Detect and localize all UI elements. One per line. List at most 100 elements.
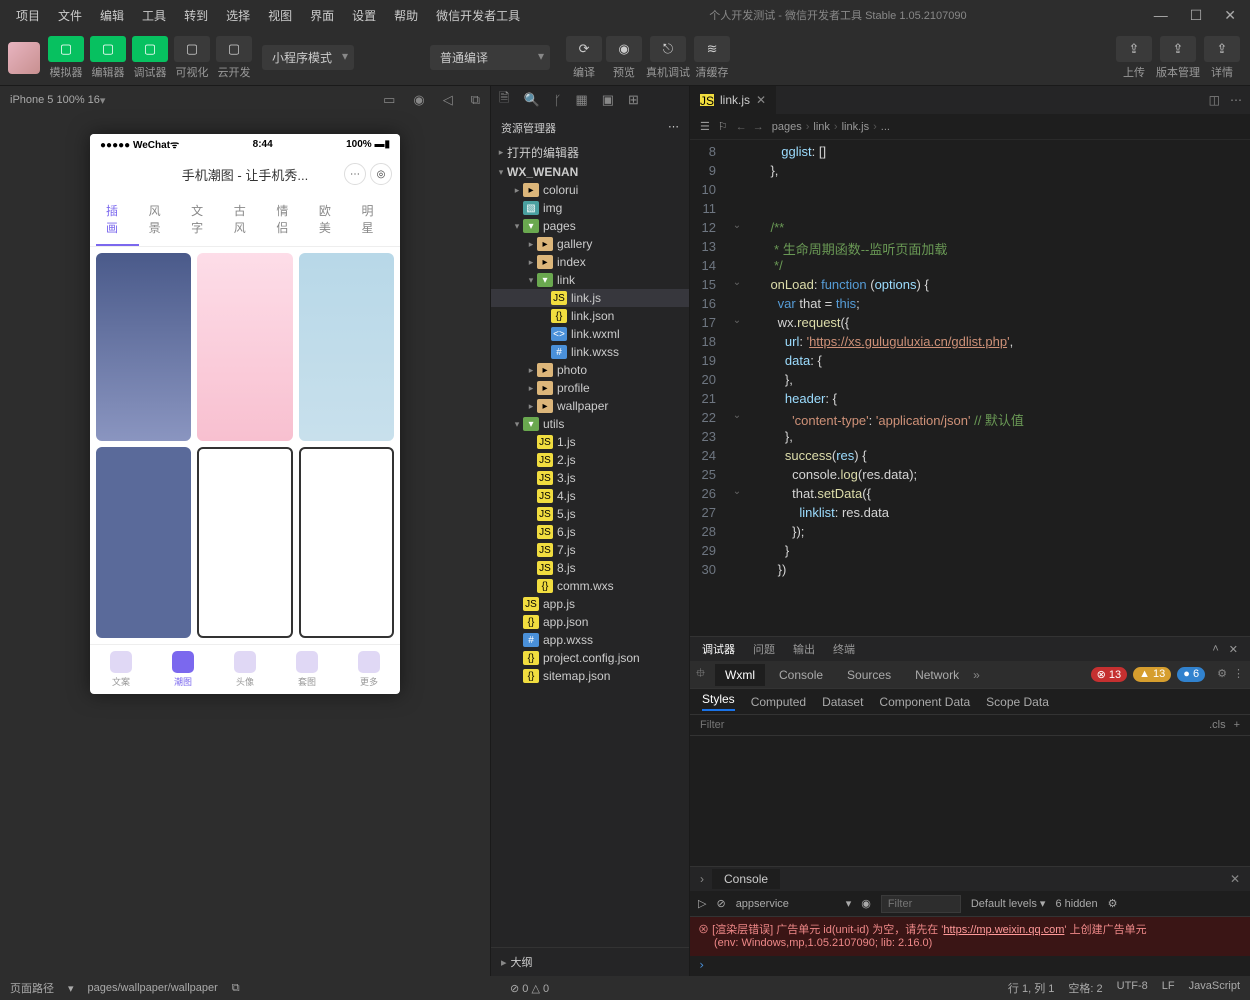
- wallpaper-thumb[interactable]: [197, 253, 292, 441]
- nav-item[interactable]: 文案: [110, 651, 132, 688]
- editor-tab[interactable]: JS link.js ✕: [690, 86, 776, 114]
- tree-item[interactable]: JS1.js: [491, 433, 689, 451]
- console-tab[interactable]: Console: [712, 869, 780, 889]
- nav-item[interactable]: 更多: [358, 651, 380, 688]
- tree-item[interactable]: JS2.js: [491, 451, 689, 469]
- breadcrumb-item[interactable]: link: [813, 121, 830, 133]
- nav-item[interactable]: 套图: [296, 651, 318, 688]
- more-icon[interactable]: ⋯: [1230, 93, 1242, 107]
- toolbar-button[interactable]: ▢: [90, 36, 126, 62]
- tree-item[interactable]: {}app.json: [491, 613, 689, 631]
- menu-item[interactable]: 微信开发者工具: [428, 3, 528, 28]
- close-tab-icon[interactable]: ✕: [756, 93, 766, 107]
- tree-item[interactable]: ▸▸colorui: [491, 181, 689, 199]
- menu-item[interactable]: 界面: [302, 3, 342, 28]
- minimize-icon[interactable]: —: [1148, 7, 1174, 24]
- tree-item[interactable]: ▸▸index: [491, 253, 689, 271]
- tree-item[interactable]: #app.wxss: [491, 631, 689, 649]
- debugger-section[interactable]: 输出: [793, 641, 815, 657]
- tree-item[interactable]: ▾▾pages: [491, 217, 689, 235]
- avatar[interactable]: [8, 42, 40, 74]
- menu-item[interactable]: 视图: [260, 3, 300, 28]
- nav-item[interactable]: 头像: [234, 651, 256, 688]
- debugger-section[interactable]: 问题: [753, 641, 775, 657]
- chevron-down-icon[interactable]: ▾: [846, 897, 852, 910]
- error-badge[interactable]: ⊗ 13: [1091, 667, 1128, 682]
- toolbar-button[interactable]: ▢: [216, 36, 252, 62]
- chevron-down-icon[interactable]: ▾: [100, 94, 106, 107]
- levels-dropdown[interactable]: Default levels ▾: [971, 897, 1046, 910]
- clear-console-icon[interactable]: ▷: [698, 897, 706, 910]
- category-tab[interactable]: 明星: [351, 194, 394, 246]
- info-badge[interactable]: ● 6: [1177, 667, 1205, 682]
- list-icon[interactable]: ☰: [700, 120, 710, 133]
- copy-icon[interactable]: ⧉: [232, 982, 240, 995]
- right-button[interactable]: ⇪: [1204, 36, 1240, 62]
- breadcrumb-item[interactable]: ...: [881, 121, 890, 133]
- close-icon[interactable]: ✕: [1218, 7, 1242, 24]
- device-label[interactable]: iPhone 5 100% 16: [10, 94, 100, 106]
- page-path-label[interactable]: 页面路径: [10, 980, 54, 996]
- gear-icon[interactable]: ⚙: [1108, 897, 1118, 910]
- devtools-tab[interactable]: Wxml: [715, 664, 765, 686]
- wallpaper-thumb[interactable]: [197, 447, 292, 639]
- tree-item[interactable]: JS5.js: [491, 505, 689, 523]
- right-button[interactable]: ⇪: [1160, 36, 1196, 62]
- tree-item[interactable]: JS3.js: [491, 469, 689, 487]
- tree-item[interactable]: JS7.js: [491, 541, 689, 559]
- action-button[interactable]: ◉: [606, 36, 642, 62]
- menu-item[interactable]: 转到: [176, 3, 216, 28]
- code-editor[interactable]: 8910111213141516171819202122232425262728…: [690, 140, 1250, 636]
- more-icon[interactable]: ⋮: [1233, 667, 1244, 682]
- gear-icon[interactable]: ⚙: [1217, 667, 1227, 682]
- styles-subtab[interactable]: Component Data: [879, 695, 970, 709]
- console-input[interactable]: ›: [690, 956, 1250, 976]
- mode-dropdown[interactable]: 小程序模式: [262, 45, 354, 70]
- add-style-icon[interactable]: +: [1234, 719, 1240, 731]
- toolbar-button[interactable]: ▢: [174, 36, 210, 62]
- action-button[interactable]: ≋: [694, 36, 730, 62]
- nav-forward-icon[interactable]: →: [753, 121, 764, 133]
- tree-item[interactable]: ▸▸photo: [491, 361, 689, 379]
- console-filter-input[interactable]: [881, 895, 961, 913]
- device-icon[interactable]: ▭: [383, 92, 395, 108]
- tree-item[interactable]: ▸▸profile: [491, 379, 689, 397]
- chevron-up-icon[interactable]: ˄: [1212, 643, 1218, 656]
- category-tab[interactable]: 情侣: [266, 194, 309, 246]
- wallpaper-thumb[interactable]: [96, 447, 191, 639]
- menu-item[interactable]: 编辑: [92, 3, 132, 28]
- console-context[interactable]: appservice: [736, 898, 836, 910]
- category-tab[interactable]: 文字: [181, 194, 224, 246]
- inspect-icon[interactable]: ⯐: [696, 664, 705, 685]
- compile-dropdown[interactable]: 普通编译: [430, 45, 550, 70]
- tree-item[interactable]: ▸▸gallery: [491, 235, 689, 253]
- box-icon[interactable]: ▣: [602, 92, 614, 108]
- menu-item[interactable]: 帮助: [386, 3, 426, 28]
- outline-section[interactable]: ▸大纲: [491, 947, 689, 976]
- copy-icon[interactable]: ⧉: [471, 92, 480, 108]
- capsule-menu-icon[interactable]: ⋯: [344, 163, 366, 185]
- devtools-tab[interactable]: Sources: [837, 664, 901, 686]
- debugger-section[interactable]: 调试器: [702, 641, 735, 657]
- action-button[interactable]: ⎋: [650, 36, 686, 62]
- capsule-close-icon[interactable]: ◎: [370, 163, 392, 185]
- wallpaper-thumb[interactable]: [299, 253, 394, 441]
- styles-subtab[interactable]: Dataset: [822, 695, 863, 709]
- chevron-down-icon[interactable]: ▾: [68, 982, 74, 995]
- styles-filter-input[interactable]: [700, 719, 1201, 731]
- more-icon[interactable]: ⋯: [668, 120, 679, 136]
- branch-icon[interactable]: ᚴ: [554, 93, 562, 108]
- tree-section-project[interactable]: ▾WX_WENAN: [491, 163, 689, 181]
- tree-item[interactable]: ▸▸wallpaper: [491, 397, 689, 415]
- tree-section-opened[interactable]: ▸打开的编辑器: [491, 142, 689, 163]
- menu-item[interactable]: 文件: [50, 3, 90, 28]
- debugger-section[interactable]: 终端: [833, 641, 855, 657]
- tree-item[interactable]: {}sitemap.json: [491, 667, 689, 685]
- hidden-count[interactable]: 6 hidden: [1055, 898, 1097, 910]
- tree-item[interactable]: <>link.wxml: [491, 325, 689, 343]
- page-path[interactable]: pages/wallpaper/wallpaper: [88, 982, 218, 994]
- close-console-icon[interactable]: ✕: [1220, 872, 1250, 886]
- category-tab[interactable]: 风景: [139, 194, 182, 246]
- right-button[interactable]: ⇪: [1116, 36, 1152, 62]
- status-item[interactable]: JavaScript: [1189, 980, 1240, 996]
